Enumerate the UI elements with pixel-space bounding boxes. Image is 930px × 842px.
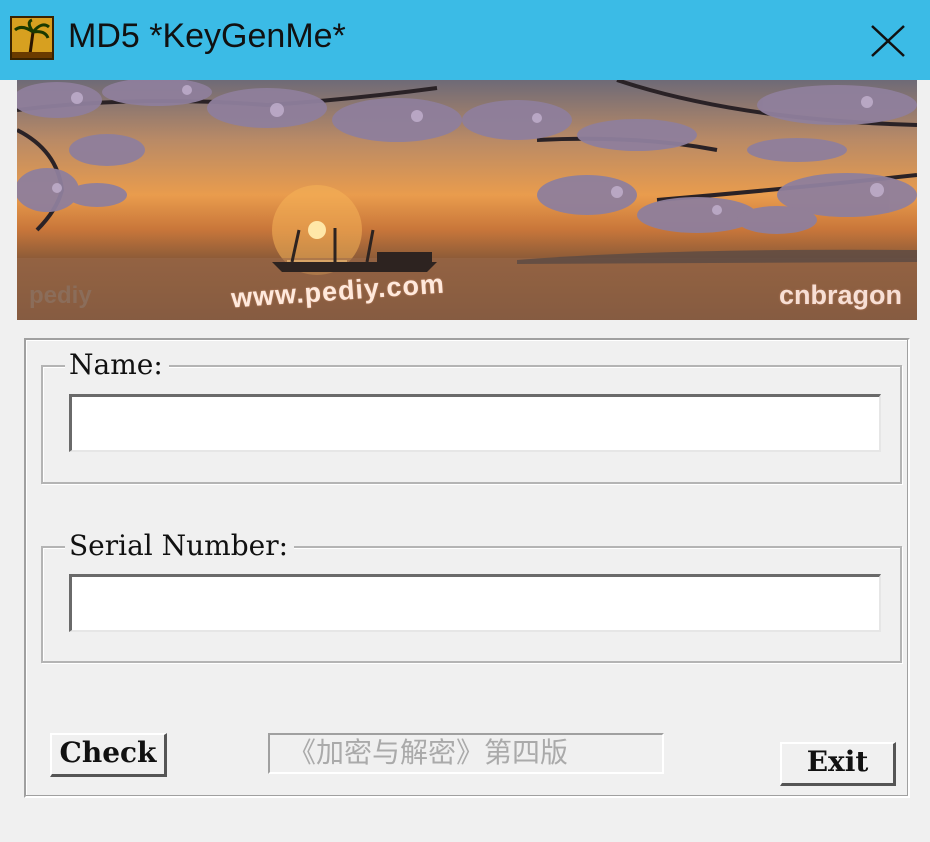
serial-group: Serial Number: <box>41 528 902 663</box>
book-edition-label: 《加密与解密》第四版 <box>268 733 664 774</box>
close-icon <box>871 25 905 57</box>
name-input[interactable] <box>69 394 881 452</box>
watermark-pediy: pediy <box>29 282 92 309</box>
name-label: Name: <box>65 347 169 383</box>
check-button[interactable]: Check <box>50 733 167 777</box>
name-group: Name: <box>41 347 902 484</box>
close-button[interactable] <box>846 0 930 80</box>
watermark-cnbragon: cnbragon <box>779 280 903 310</box>
title-bar[interactable]: MD5 *KeyGenMe* <box>0 0 930 80</box>
app-palm-tree-icon <box>10 16 54 60</box>
serial-input[interactable] <box>69 574 881 632</box>
exit-button[interactable]: Exit <box>780 742 896 786</box>
banner-image: pediy www.pediy.com cnbragon <box>17 80 917 320</box>
serial-label: Serial Number: <box>65 528 295 564</box>
window-title: MD5 *KeyGenMe* <box>68 17 346 55</box>
keygenme-window: MD5 *KeyGenMe* pediy www.pediy.com cnbra… <box>0 0 930 842</box>
